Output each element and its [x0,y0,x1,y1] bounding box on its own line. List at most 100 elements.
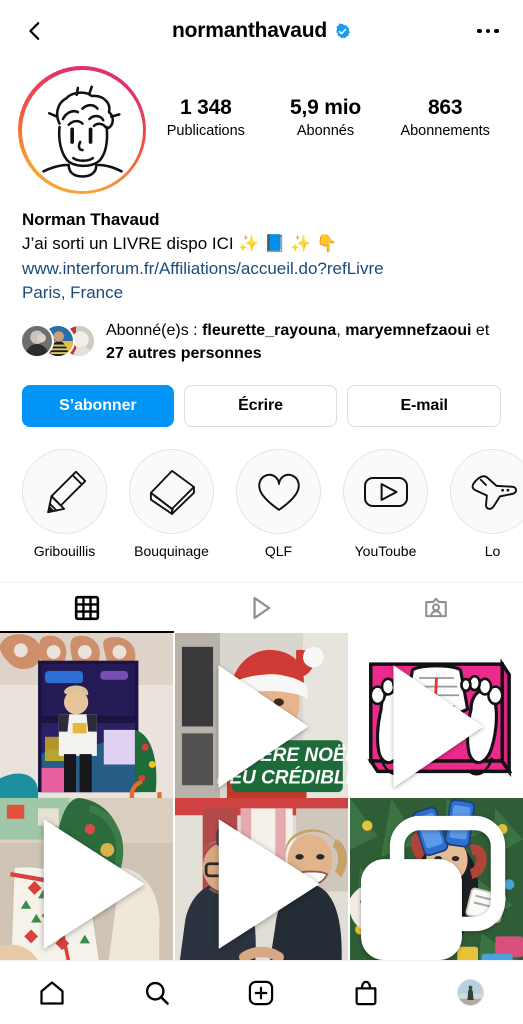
home-icon [40,980,64,1005]
grid-icon [75,596,100,621]
highlight-qlf[interactable]: QLF [236,449,321,560]
followed-by-others[interactable]: 27 autres personnes [106,345,262,362]
tab-tagged[interactable] [349,583,523,633]
grid-post[interactable] [175,797,348,960]
follower-avatar [20,324,54,359]
full-name: Norman Thavaud [22,210,160,229]
stat-label: Publications [166,122,245,139]
grid-post[interactable] [0,797,173,960]
avatar [21,69,143,191]
avatar-illustration [24,72,140,188]
followed-by-avatars [20,324,96,359]
plus-square-icon [249,980,274,1005]
tab-reels[interactable] [174,583,348,633]
more-dot [485,28,491,34]
nav-search[interactable] [105,961,210,1024]
follower-name[interactable]: fleurette_rayouna [202,322,336,339]
profile-avatar-story-ring[interactable] [18,66,146,194]
play-triangle-icon [253,597,271,620]
bottom-navigation [0,960,523,1024]
follower-avatar-image [22,326,52,357]
bio-location: Paris, France [22,283,124,303]
follow-button[interactable]: S’abonner [22,385,174,428]
highlight-label: Lo [484,543,501,560]
nav-create[interactable] [209,961,314,1024]
profile-action-buttons: S’abonner Écrire E-mail [0,365,523,428]
highlight-cover [343,449,428,535]
nav-shop[interactable] [314,961,419,1024]
highlight-cover [22,449,107,535]
svg-text:LE PÈRE NOËL: LE PÈRE NOËL [218,744,348,766]
highlight-cover [450,449,523,535]
nav-profile[interactable] [418,961,523,1024]
book-icon [149,469,195,515]
highlight-label: YouToube [354,543,417,560]
followed-by-prefix: Abonné(e)s : [106,322,203,340]
pencil-icon [46,470,86,514]
stat-value: 1 348 [180,96,232,119]
profile-avatar-icon [457,979,485,1006]
highlight-cover [129,449,214,535]
grid-post[interactable] [350,633,523,807]
highlight-cover [236,449,321,535]
app-header: normanthavaud [0,0,523,62]
highlight-youtoube[interactable]: YouToube [343,449,428,560]
post-thumbnail: LE PÈRE NOËL PEU CRÉDIBLE [175,633,348,807]
back-button[interactable] [18,14,52,48]
bio-link[interactable]: www.interforum.fr/Affiliations/accueil.d… [22,257,501,282]
highlight-label: Gribouillis [33,543,96,560]
highlight-label: Bouquinage [134,543,209,560]
post-thumbnail [175,797,348,960]
stat-value: 863 [427,96,463,119]
highlight-label: QLF [264,543,293,560]
message-button[interactable]: Écrire [183,385,338,428]
svg-text:PEU CRÉDIBLE: PEU CRÉDIBLE [217,767,348,789]
stat-following[interactable]: 863 Abonnements [385,96,505,141]
grid-post[interactable]: LE PÈRE NOËL PEU CRÉDIBLE [175,633,348,807]
tagged-person-icon [425,598,447,618]
verified-badge-icon [336,23,351,38]
page-title: normanthavaud [172,19,327,42]
bio-section: Norman Thavaud J’ai sorti un LIVRE dispo… [0,194,523,306]
stats-row: 1 348 Publications 5,9 mio Abonnés 863 A… [146,66,505,141]
shopping-bag-icon [355,980,377,1005]
airplane-icon [471,475,517,510]
more-options-button[interactable] [471,16,505,46]
followed-by-text: Abonné(e)s : fleurette_rayouna, maryemne… [106,320,501,365]
grid-post[interactable] [350,797,523,960]
more-dot [494,28,499,34]
followed-by-separator: , [336,322,346,340]
more-dot [477,28,482,34]
profile-avatar-image [458,980,484,1005]
profile-summary: 1 348 Publications 5,9 mio Abonnés 863 A… [0,62,523,194]
post-thumbnail [350,797,523,960]
search-icon [145,981,169,1005]
highlight-lo[interactable]: Lo [450,449,523,560]
post-thumbnail [350,633,523,807]
stat-value: 5,9 mio [290,96,361,119]
grid-post[interactable] [0,633,173,807]
post-thumbnail [0,633,173,807]
stat-publications[interactable]: 1 348 Publications [146,96,266,141]
followed-by-section[interactable]: Abonné(e)s : fleurette_rayouna, maryemne… [0,306,523,365]
tab-grid[interactable] [0,583,175,634]
stat-label: Abonnements [400,122,490,139]
nav-home[interactable] [0,961,105,1024]
heart-icon [257,473,300,511]
stat-label: Abonnés [296,122,355,139]
posts-grid: LE PÈRE NOËL PEU CRÉDIBLE [0,633,523,960]
followed-by-connector: et [471,322,490,340]
header-title-group: normanthavaud [0,0,523,62]
highlight-gribouillis[interactable]: Gribouillis [22,449,107,560]
instagram-profile-screen: normanthavaud 1 348 Publications 5,9 mio… [0,0,523,1024]
post-thumbnail [0,797,173,960]
story-highlights-row: Gribouillis Bouquinage QLF YouToube Lo [0,427,523,560]
profile-tabs [0,582,523,634]
email-button[interactable]: E-mail [347,385,502,428]
bio-description: J’ai sorti un LIVRE dispo ICI ✨ 📘 ✨ 👇 [22,234,338,254]
follower-name[interactable]: maryemnefzaoui [345,322,471,339]
chevron-left-icon [29,22,40,40]
stat-followers[interactable]: 5,9 mio Abonnés [266,96,386,141]
highlight-bouquinage[interactable]: Bouquinage [129,449,214,560]
play-rectangle-icon [363,476,408,507]
